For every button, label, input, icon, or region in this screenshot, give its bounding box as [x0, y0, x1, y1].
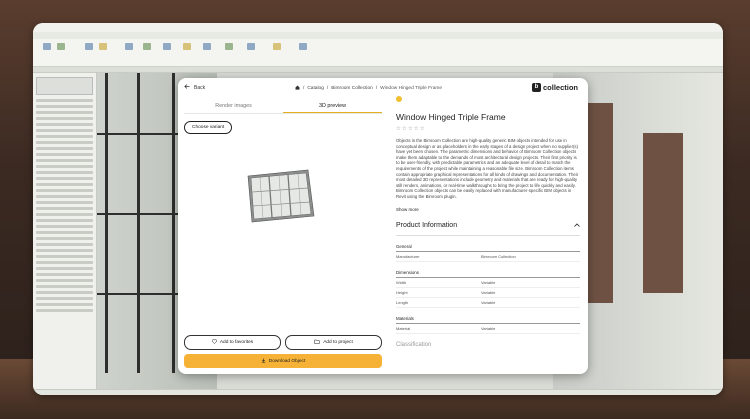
choose-variant-button[interactable]: Choose variant	[184, 121, 233, 134]
product-description: Objects in the Bimroom Collection are hi…	[396, 138, 579, 199]
tool-icon[interactable]	[99, 43, 107, 50]
ribbon-tabs[interactable]	[33, 32, 723, 39]
spec-row: Material Variable	[396, 324, 580, 334]
tool-icon[interactable]	[43, 43, 51, 50]
spec-value: Variable	[481, 325, 496, 331]
properties-panel[interactable]	[33, 73, 97, 395]
status-bar	[33, 389, 723, 395]
project-label: Add to project	[323, 340, 353, 345]
type-thumbnail	[36, 77, 93, 95]
spec-value: Variable	[481, 289, 496, 295]
heart-icon	[211, 339, 217, 346]
section-materials-title: Materials	[396, 316, 580, 324]
breadcrumb-item-collection[interactable]: Bimroom Collection	[331, 86, 373, 91]
spec-row: Length Variable	[396, 298, 580, 308]
tool-icon[interactable]	[163, 43, 171, 50]
chevron-up-icon	[574, 222, 580, 229]
product-information-title: Product Information	[396, 221, 458, 229]
product-title: Window Hinged Triple Frame	[396, 112, 506, 122]
brand-name: collection	[542, 83, 578, 92]
product-information-header[interactable]: Product Information	[396, 222, 580, 236]
favorites-label: Add to favorites	[219, 340, 254, 345]
spec-row: Width Variable	[396, 278, 580, 288]
spec-key: Width	[396, 279, 407, 285]
spec-key: Manufacturer	[396, 253, 420, 259]
window-3d-model[interactable]	[244, 166, 316, 226]
spec-row: Height Variable	[396, 288, 580, 298]
download-label: Download Object	[268, 358, 306, 364]
tool-icon[interactable]	[143, 43, 151, 50]
arrow-left-icon	[184, 84, 190, 91]
section-general-title: General	[396, 244, 580, 252]
back-label: Back	[194, 84, 206, 91]
back-button[interactable]: Back	[184, 84, 205, 91]
folder-icon	[314, 339, 320, 346]
ribbon-toolbar[interactable]	[33, 39, 723, 67]
rating-stars[interactable]: ☆☆☆☆☆	[396, 126, 580, 132]
spec-key: Height	[396, 289, 408, 295]
spec-key: Length	[396, 299, 409, 305]
brand-logo: b collection	[531, 83, 578, 92]
window-titlebar	[33, 23, 723, 32]
show-more-link[interactable]: Show more	[396, 207, 580, 212]
add-to-project-button[interactable]: Add to project	[285, 335, 382, 350]
preview-pane: Render images 3D preview Choose variant	[184, 100, 382, 374]
section-dimensions-title: Dimensions	[396, 270, 580, 278]
breadcrumb: / Catalog / Bimroom Collection / Window …	[295, 85, 442, 92]
spec-row: Manufacturer Bimroom Collection	[396, 252, 580, 262]
tool-icon[interactable]	[299, 43, 307, 50]
tab-3d-preview[interactable]: 3D preview	[283, 100, 382, 113]
bimroom-logo-icon: b	[531, 83, 541, 92]
tool-icon[interactable]	[203, 43, 211, 50]
breadcrumb-item-catalog[interactable]: Catalog	[307, 86, 324, 91]
spec-value: Bimroom Collection	[481, 253, 516, 259]
product-details: Window Hinged Triple Frame ☆☆☆☆☆ Objects…	[396, 96, 580, 374]
tool-icon[interactable]	[225, 43, 233, 50]
add-to-favorites-button[interactable]: Add to favorites	[184, 335, 281, 350]
breadcrumb-item-current: Window Hinged Triple Frame	[380, 86, 443, 91]
spec-key: Material	[396, 325, 411, 331]
preview-tabs: Render images 3D preview	[184, 100, 382, 114]
collection-badge-icon	[396, 96, 402, 102]
tab-render-images[interactable]: Render images	[184, 100, 283, 113]
tool-icon[interactable]	[247, 43, 255, 50]
classification-header[interactable]: Classification	[396, 342, 580, 348]
tool-icon[interactable]	[85, 43, 93, 50]
home-icon[interactable]	[295, 85, 300, 92]
download-object-button[interactable]: Download Object	[184, 354, 382, 368]
tool-icon[interactable]	[183, 43, 191, 50]
product-modal: Back / Catalog / Bimroom Collection / Wi…	[178, 78, 588, 374]
spec-value: Variable	[481, 299, 496, 305]
tool-icon[interactable]	[57, 43, 65, 50]
tool-icon[interactable]	[125, 43, 133, 50]
spec-value: Variable	[481, 279, 496, 285]
download-icon	[261, 358, 266, 365]
tool-icon[interactable]	[273, 43, 281, 50]
action-buttons: Add to favorites Add to project	[184, 335, 382, 350]
